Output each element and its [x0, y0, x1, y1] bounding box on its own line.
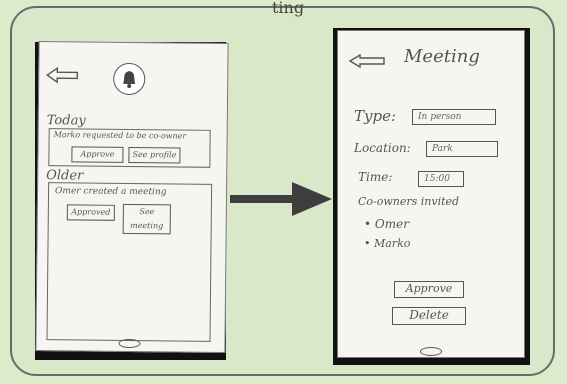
bell-avatar[interactable]	[113, 62, 146, 96]
notification-card-2[interactable]: Omer created a meeting Approved See meet…	[46, 182, 213, 342]
see-profile-button[interactable]: See profile	[128, 146, 181, 164]
page-title: Meeting	[404, 46, 480, 67]
type-field[interactable]: In person	[412, 109, 496, 125]
right-phone-screen: Meeting Type: In person Location: Park T…	[337, 30, 525, 358]
approve-button[interactable]: Approve	[394, 281, 464, 298]
time-field[interactable]: 15:00	[418, 171, 464, 187]
left-phone-screen: Today Marko requested to be co-owner App…	[35, 41, 229, 353]
approved-button[interactable]: Approved	[66, 204, 115, 221]
type-label: Type:	[354, 107, 397, 125]
notification-card-1[interactable]: Marko requested to be co-owner Approve S…	[48, 128, 211, 168]
home-button[interactable]	[118, 338, 141, 349]
coowner-item: • Omer	[364, 217, 409, 231]
bell-icon	[123, 70, 136, 88]
location-field[interactable]: Park	[426, 141, 498, 157]
notification-1-text: Marko requested to be co-owner	[53, 130, 187, 141]
section-today: Today	[46, 113, 86, 129]
approve-button[interactable]: Approve	[71, 146, 124, 163]
see-meeting-button[interactable]: See meeting	[122, 203, 171, 235]
delete-button[interactable]: Delete	[392, 307, 466, 325]
back-arrow-icon[interactable]	[45, 66, 81, 84]
right-arrow-icon	[230, 182, 332, 216]
frame: ting Today Marko requested to be co-owne…	[10, 0, 555, 376]
notification-2-text: Omer created a meeting	[55, 186, 167, 198]
home-button[interactable]	[420, 347, 442, 356]
coowners-label: Co-owners invited	[358, 195, 460, 208]
location-label: Location:	[354, 141, 411, 155]
back-arrow-icon[interactable]	[348, 53, 388, 69]
time-label: Time:	[358, 170, 393, 184]
sketch-header-text: ting	[272, 0, 305, 17]
sketch-header: ting	[248, 0, 348, 17]
coowner-item: • Marko	[364, 237, 411, 250]
